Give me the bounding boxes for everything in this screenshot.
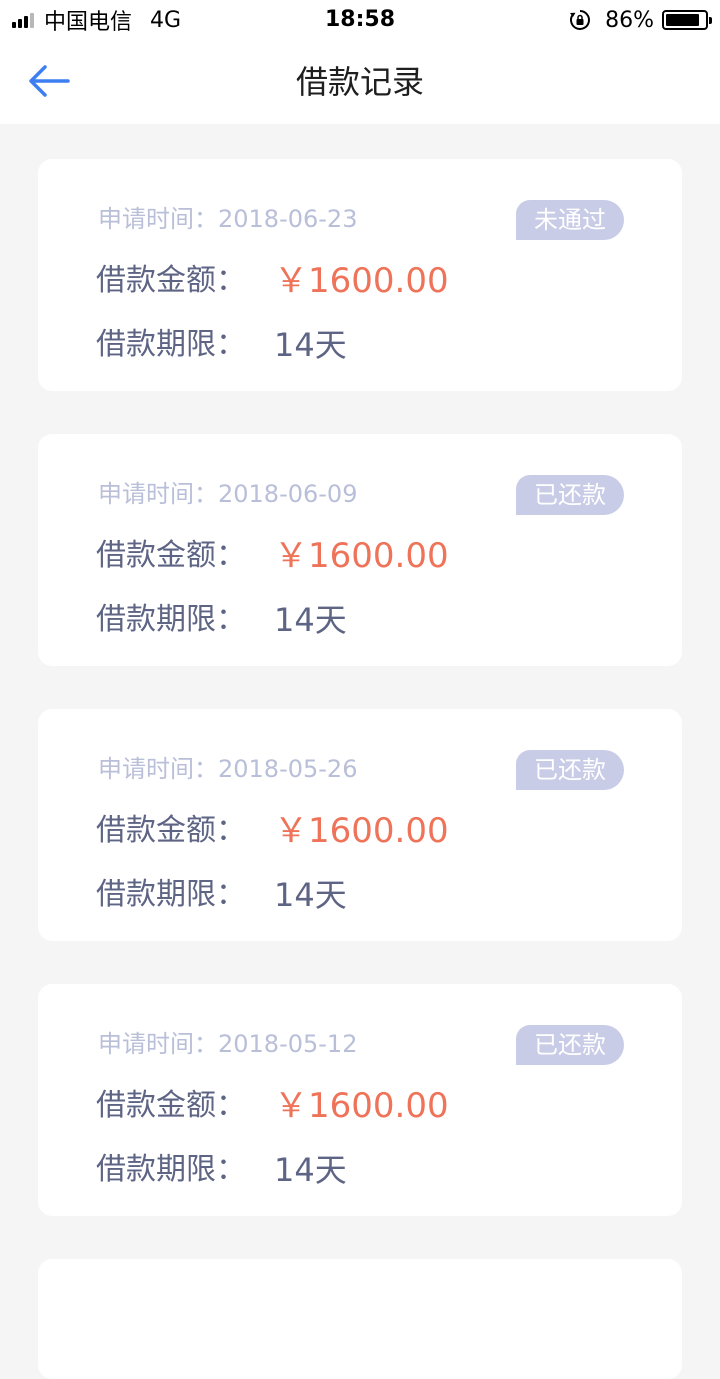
status-badge: 未通过: [516, 200, 624, 240]
amount-label: 借款金额：: [96, 263, 246, 298]
apply-date: 申请时间：2018-06-09: [98, 480, 358, 508]
term-value: 14天: [274, 326, 347, 364]
battery-icon: [662, 10, 712, 30]
battery-percent: 86%: [605, 7, 654, 33]
term-value: 14天: [274, 1151, 347, 1189]
status-bar: 中国电信 4G 18:58 86%: [0, 0, 720, 40]
apply-date: 申请时间：2018-05-12: [98, 1030, 358, 1058]
loan-record-card[interactable]: 申请时间：2018-06-23 未通过 借款金额： ￥1600.00 借款期限：…: [38, 159, 682, 391]
term-row: 借款期限： 14天: [96, 875, 347, 915]
loan-record-list: 申请时间：2018-06-23 未通过 借款金额： ￥1600.00 借款期限：…: [38, 159, 682, 1379]
rotation-lock-icon: [570, 10, 591, 30]
arrow-left-icon: [29, 65, 70, 97]
status-right: 86%: [569, 6, 712, 34]
term-label: 借款期限：: [96, 877, 246, 912]
amount-value: ￥1600.00: [274, 811, 449, 851]
status-badge: 已还款: [516, 750, 624, 790]
amount-value: ￥1600.00: [274, 536, 449, 576]
back-button[interactable]: [24, 58, 74, 104]
amount-value: ￥1600.00: [274, 261, 449, 301]
battery-fill: [666, 14, 699, 26]
apply-date: 申请时间：2018-06-23: [98, 205, 358, 233]
nav-bar: 借款记录: [0, 40, 720, 124]
term-label: 借款期限：: [96, 602, 246, 637]
term-value: 14天: [274, 876, 347, 914]
amount-row: 借款金额： ￥1600.00: [96, 1086, 449, 1126]
loan-record-card[interactable]: 申请时间：2018-05-12 已还款 借款金额： ￥1600.00 借款期限：…: [38, 984, 682, 1216]
loan-record-card-partial[interactable]: [38, 1259, 682, 1379]
term-row: 借款期限： 14天: [96, 1150, 347, 1190]
term-label: 借款期限：: [96, 1152, 246, 1187]
amount-label: 借款金额：: [96, 538, 246, 573]
loan-record-card[interactable]: 申请时间：2018-05-26 已还款 借款金额： ￥1600.00 借款期限：…: [38, 709, 682, 941]
amount-row: 借款金额： ￥1600.00: [96, 261, 449, 301]
amount-label: 借款金额：: [96, 1088, 246, 1123]
status-badge: 已还款: [516, 475, 624, 515]
amount-label: 借款金额：: [96, 813, 246, 848]
page-title: 借款记录: [295, 63, 424, 101]
term-label: 借款期限：: [96, 327, 246, 362]
amount-value: ￥1600.00: [274, 1086, 449, 1126]
amount-row: 借款金额： ￥1600.00: [96, 811, 449, 851]
loan-record-card[interactable]: 申请时间：2018-06-09 已还款 借款金额： ￥1600.00 借款期限：…: [38, 434, 682, 666]
status-badge: 已还款: [516, 1025, 624, 1065]
apply-date: 申请时间：2018-05-26: [98, 755, 358, 783]
amount-row: 借款金额： ￥1600.00: [96, 536, 449, 576]
term-row: 借款期限： 14天: [96, 600, 347, 640]
term-row: 借款期限： 14天: [96, 325, 347, 365]
term-value: 14天: [274, 601, 347, 639]
